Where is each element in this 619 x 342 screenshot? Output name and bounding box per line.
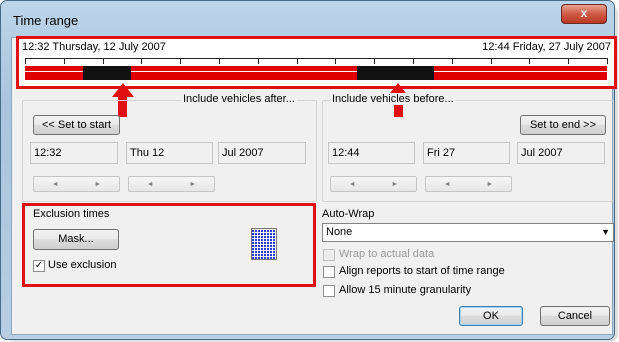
- after-time-spinner[interactable]: ◄ ►: [33, 176, 120, 192]
- timeline-tick: [25, 58, 26, 64]
- exclusion-times-label: Exclusion times: [33, 208, 110, 220]
- auto-wrap-select[interactable]: None ▼: [322, 223, 614, 242]
- timeline-tick: [529, 58, 530, 64]
- set-to-start-button[interactable]: << Set to start: [33, 115, 120, 135]
- spin-right-icon[interactable]: ►: [469, 178, 512, 192]
- chevron-down-icon[interactable]: ▼: [601, 224, 610, 241]
- auto-wrap-value: None: [326, 226, 353, 238]
- timeline-bar[interactable]: [25, 65, 607, 81]
- align-reports-label: Align reports to start of time range: [339, 265, 505, 277]
- before-day-spinner[interactable]: ◄ ►: [425, 176, 512, 192]
- timeline-selection-start[interactable]: [83, 66, 131, 80]
- timeline-tick: [180, 58, 181, 64]
- timeline-tick: [141, 58, 142, 64]
- timeline-tick: [335, 58, 336, 64]
- after-day-spinner[interactable]: ◄ ►: [128, 176, 215, 192]
- after-time-field[interactable]: 12:32: [30, 142, 118, 164]
- after-group-label: Include vehicles after...: [181, 93, 297, 105]
- annotation-arrow-up-icon: [112, 83, 134, 97]
- set-to-end-button[interactable]: Set to end >>: [520, 115, 606, 135]
- spin-left-icon[interactable]: ◄: [129, 178, 172, 192]
- before-time-field[interactable]: 12:44: [328, 142, 415, 164]
- timeline-panel[interactable]: 12:32 Thursday, 12 July 2007 12:44 Frida…: [16, 36, 617, 89]
- cancel-button[interactable]: Cancel: [540, 306, 610, 326]
- mask-button[interactable]: Mask...: [33, 229, 119, 250]
- timeline-tick: [297, 58, 298, 64]
- timeline-ruler: [25, 58, 607, 59]
- timeline-end-label: 12:44 Friday, 27 July 2007: [482, 41, 611, 53]
- close-button[interactable]: x: [561, 4, 607, 24]
- before-day-field[interactable]: Fri 27: [423, 142, 510, 164]
- timeline-tick: [258, 58, 259, 64]
- timeline-selection-end[interactable]: [357, 66, 434, 80]
- use-exclusion-label: Use exclusion: [48, 259, 117, 271]
- before-month-field[interactable]: Jul 2007: [517, 142, 605, 164]
- spin-right-icon[interactable]: ►: [77, 178, 120, 192]
- timeline-tick: [103, 58, 104, 64]
- timeline-tick: [374, 58, 375, 64]
- after-day-field[interactable]: Thu 12: [126, 142, 213, 164]
- wrap-actual-label: Wrap to actual data: [339, 248, 435, 260]
- spin-left-icon[interactable]: ◄: [331, 178, 374, 192]
- align-reports-checkbox[interactable]: [323, 266, 335, 278]
- timeline-tick: [452, 58, 453, 64]
- before-group-label: Include vehicles before...: [330, 93, 456, 105]
- timeline-tick: [491, 58, 492, 64]
- timeline-tick: [219, 58, 220, 64]
- spin-right-icon[interactable]: ►: [374, 178, 417, 192]
- timeline-tick: [607, 58, 608, 64]
- after-month-field[interactable]: Jul 2007: [218, 142, 306, 164]
- timeline-start-label: 12:32 Thursday, 12 July 2007: [22, 41, 166, 53]
- use-exclusion-checkbox[interactable]: ✓: [33, 260, 45, 272]
- ok-button[interactable]: OK: [459, 306, 523, 326]
- allow-15-checkbox[interactable]: [323, 285, 335, 297]
- timeline-tick: [568, 58, 569, 64]
- before-time-spinner[interactable]: ◄ ►: [330, 176, 417, 192]
- spin-right-icon[interactable]: ►: [172, 178, 215, 192]
- calendar-grid-icon[interactable]: [251, 228, 277, 260]
- dialog-title: Time range: [13, 13, 79, 28]
- timeline-tick: [413, 58, 414, 64]
- spin-left-icon[interactable]: ◄: [34, 178, 77, 192]
- allow-15-label: Allow 15 minute granularity: [339, 284, 472, 296]
- spin-left-icon[interactable]: ◄: [426, 178, 469, 192]
- auto-wrap-label: Auto-Wrap: [322, 208, 375, 220]
- wrap-actual-checkbox: [323, 249, 335, 261]
- timeline-tick: [64, 58, 65, 64]
